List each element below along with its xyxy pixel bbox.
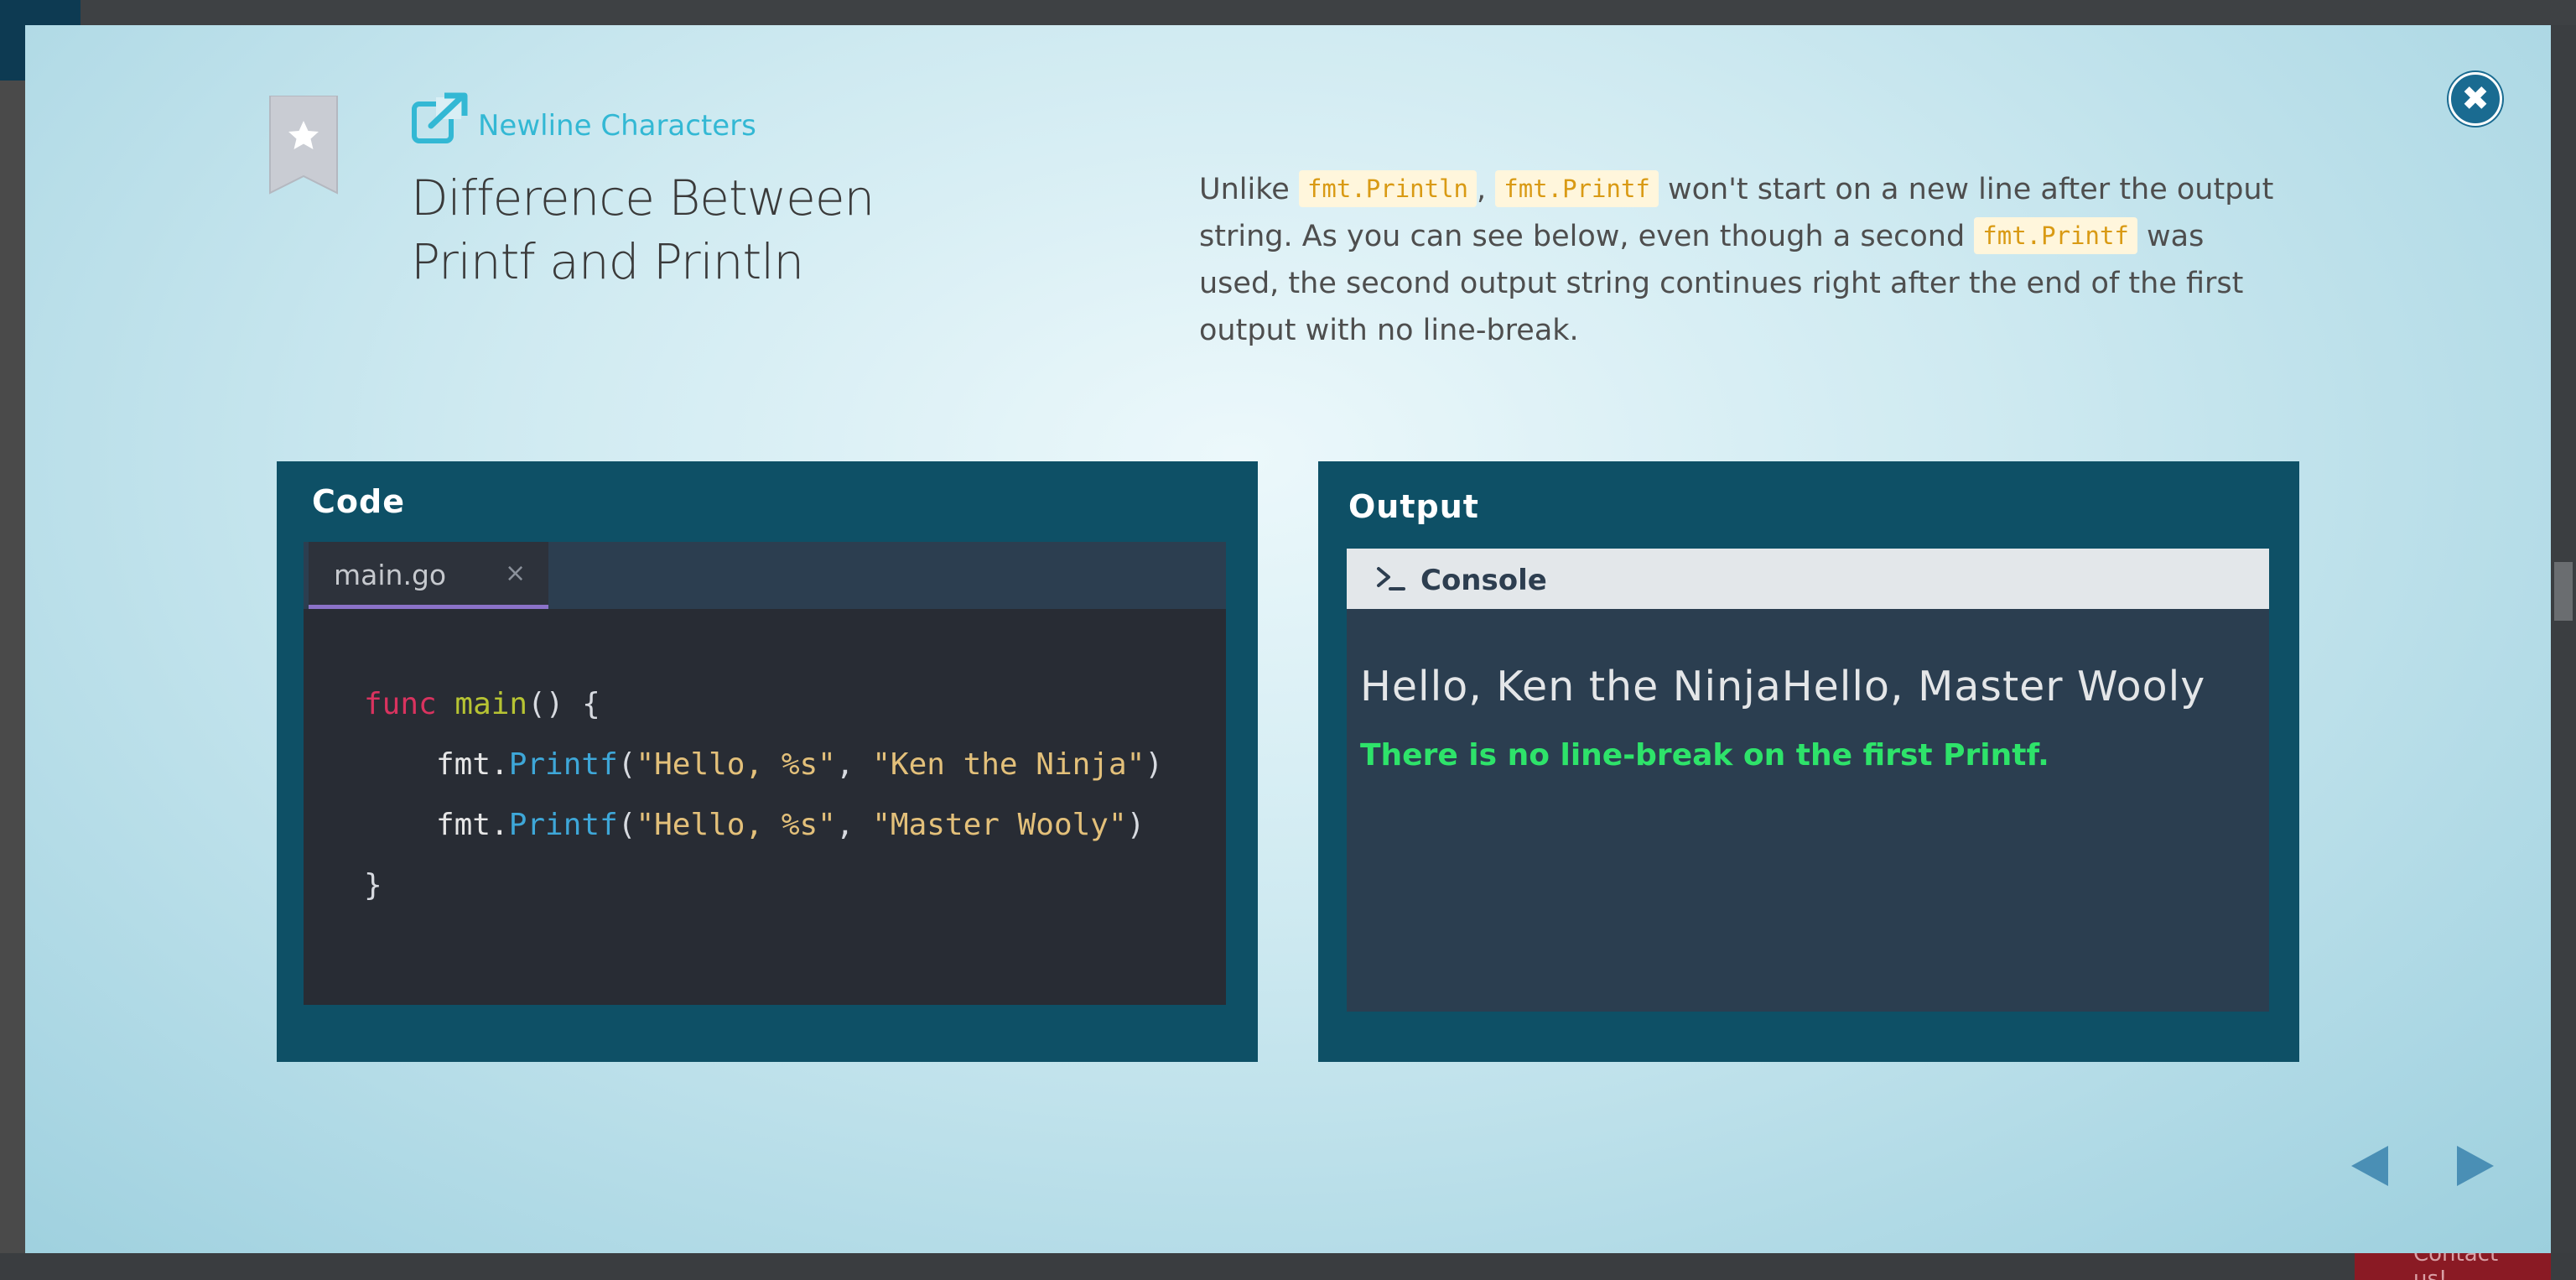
tab-label: main.go [334,559,447,591]
output-panel-title: Output [1348,488,1479,525]
string-literal: "Hello, %s" [636,808,836,842]
code-line: } [364,856,1163,916]
output-panel: Output Console Hello, Ken the NinjaHello… [1318,461,2299,1062]
code-punct: ( [617,747,636,782]
terminal-icon [1377,567,1405,591]
scrollbar-thumb[interactable] [2554,562,2573,621]
console-output: Hello, Ken the NinjaHello, Master Wooly [1360,663,2206,710]
triangle-right-icon [2457,1146,2494,1186]
description-text: , [1477,173,1496,206]
title-line-1: Difference Between [411,169,875,226]
inline-code-printf: fmt.Printf [1495,170,1659,207]
triangle-left-icon [2351,1146,2388,1186]
tab-close-icon[interactable]: × [505,559,526,588]
code-line: fmt.Printf("Hello, %s", "Master Wooly") [364,795,1163,856]
background-page-header [0,0,2576,25]
code-punct: ( [617,808,636,842]
page-scrollbar[interactable] [2551,25,2576,1253]
close-button[interactable]: ✖ [2449,72,2502,126]
method-name: Printf [508,808,618,842]
package-ref: fmt. [436,808,509,842]
console-label: Console [1420,564,1547,597]
editor-tab-bar: main.go × [304,542,1226,609]
next-slide-button[interactable] [2447,1141,2497,1191]
inline-code-println: fmt.Println [1298,170,1477,207]
close-icon: ✖ [2461,80,2490,118]
code-line: func main() { [364,674,1163,735]
lesson-modal: Newline Characters Difference Between Pr… [25,25,2551,1253]
method-name: Printf [508,747,618,782]
title-line-2: Printf and Println [411,233,804,290]
tab-main-go[interactable]: main.go × [309,542,548,609]
string-literal: "Ken the Ninja" [872,747,1145,782]
package-ref: fmt. [436,747,509,782]
code-punct: () { [527,687,600,721]
console-note: There is no line-break on the first Prin… [1360,738,2049,773]
code-punct: ) [1145,747,1164,782]
topic-link[interactable]: Newline Characters [411,92,756,144]
description: Unlike fmt.Println, fmt.Printf won't sta… [1199,166,2289,354]
code-line: fmt.Printf("Hello, %s", "Ken the Ninja") [364,735,1163,795]
topic-label[interactable]: Newline Characters [478,109,756,144]
code-punct: ) [1126,808,1145,842]
keyword: func [364,687,437,721]
background-page-footer [0,1253,2576,1280]
inline-code-printf: fmt.Printf [1974,217,2137,254]
code-content: func main() { fmt.Printf("Hello, %s", "K… [364,674,1163,916]
code-panel: Code main.go × func main() { fmt.Printf(… [277,461,1258,1062]
description-text: Unlike [1199,173,1299,206]
page-title: Difference Between Printf and Println [411,166,998,294]
console: Console Hello, Ken the NinjaHello, Maste… [1347,549,2269,1012]
previous-slide-button[interactable] [2348,1141,2398,1191]
code-punct: , [835,747,873,782]
external-link-icon [412,92,468,143]
bookmark-icon[interactable] [268,96,339,195]
code-punct: , [835,808,873,842]
function-name: main [454,687,528,721]
code-punct: } [364,868,382,903]
string-literal: "Master Wooly" [872,808,1127,842]
console-header: Console [1347,549,2269,609]
code-editor: main.go × func main() { fmt.Printf("Hell… [304,542,1226,1005]
code-panel-title: Code [312,483,405,520]
string-literal: "Hello, %s" [636,747,836,782]
